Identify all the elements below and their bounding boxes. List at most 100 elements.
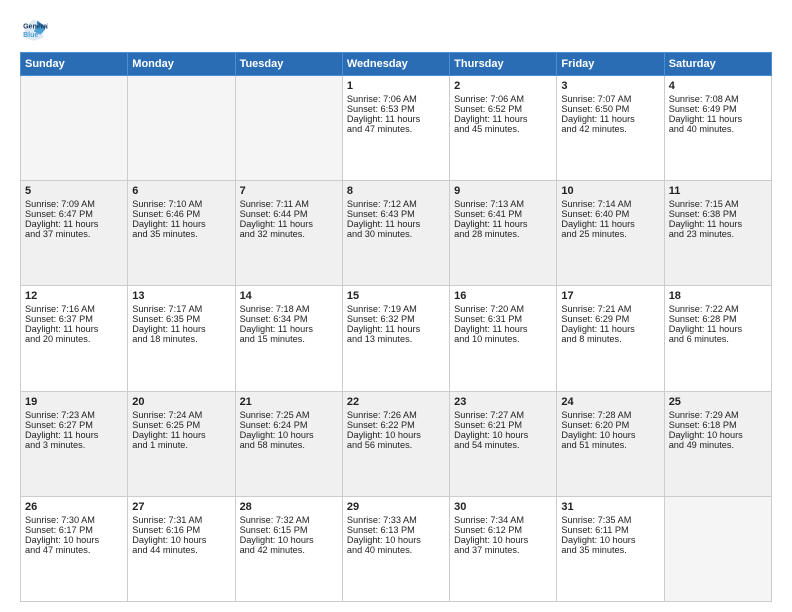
day-info: Sunset: 6:52 PM [454, 104, 552, 114]
day-info: Sunset: 6:27 PM [25, 420, 123, 430]
day-info: and 37 minutes. [454, 545, 552, 555]
day-info: Sunset: 6:43 PM [347, 209, 445, 219]
calendar-cell: 30Sunrise: 7:34 AMSunset: 6:12 PMDayligh… [450, 496, 557, 601]
day-info: Sunset: 6:32 PM [347, 314, 445, 324]
calendar-cell: 13Sunrise: 7:17 AMSunset: 6:35 PMDayligh… [128, 286, 235, 391]
day-info: and 42 minutes. [240, 545, 338, 555]
day-number: 12 [25, 290, 123, 302]
calendar-cell: 23Sunrise: 7:27 AMSunset: 6:21 PMDayligh… [450, 391, 557, 496]
day-info: and 58 minutes. [240, 440, 338, 450]
day-info: Sunrise: 7:26 AM [347, 410, 445, 420]
day-info: and 32 minutes. [240, 229, 338, 239]
day-info: and 56 minutes. [347, 440, 445, 450]
day-of-week-wednesday: Wednesday [342, 53, 449, 76]
day-info: and 8 minutes. [561, 334, 659, 344]
day-number: 10 [561, 185, 659, 197]
day-info: and 15 minutes. [240, 334, 338, 344]
day-number: 16 [454, 290, 552, 302]
day-info: Daylight: 11 hours [454, 114, 552, 124]
day-number: 29 [347, 501, 445, 513]
day-info: Sunrise: 7:29 AM [669, 410, 767, 420]
day-info: and 10 minutes. [454, 334, 552, 344]
day-number: 19 [25, 396, 123, 408]
day-info: Sunset: 6:31 PM [454, 314, 552, 324]
day-info: Daylight: 11 hours [561, 114, 659, 124]
day-info: Sunset: 6:41 PM [454, 209, 552, 219]
day-info: Sunrise: 7:31 AM [132, 515, 230, 525]
day-info: Daylight: 11 hours [240, 324, 338, 334]
day-number: 18 [669, 290, 767, 302]
day-number: 27 [132, 501, 230, 513]
calendar-cell: 24Sunrise: 7:28 AMSunset: 6:20 PMDayligh… [557, 391, 664, 496]
calendar-cell: 15Sunrise: 7:19 AMSunset: 6:32 PMDayligh… [342, 286, 449, 391]
day-info: Sunrise: 7:18 AM [240, 304, 338, 314]
day-info: Sunset: 6:37 PM [25, 314, 123, 324]
day-number: 17 [561, 290, 659, 302]
day-info: Daylight: 10 hours [561, 535, 659, 545]
calendar-cell: 22Sunrise: 7:26 AMSunset: 6:22 PMDayligh… [342, 391, 449, 496]
page: General Blue SundayMondayTuesdayWednesda… [0, 0, 792, 612]
day-info: Sunrise: 7:25 AM [240, 410, 338, 420]
calendar-week-2: 5Sunrise: 7:09 AMSunset: 6:47 PMDaylight… [21, 181, 772, 286]
day-info: Daylight: 11 hours [25, 219, 123, 229]
day-info: Daylight: 11 hours [132, 324, 230, 334]
calendar-cell: 4Sunrise: 7:08 AMSunset: 6:49 PMDaylight… [664, 76, 771, 181]
day-number: 21 [240, 396, 338, 408]
day-info: Daylight: 11 hours [25, 324, 123, 334]
day-info: Sunset: 6:18 PM [669, 420, 767, 430]
day-of-week-saturday: Saturday [664, 53, 771, 76]
day-info: Sunset: 6:13 PM [347, 525, 445, 535]
day-info: Sunset: 6:46 PM [132, 209, 230, 219]
calendar-week-5: 26Sunrise: 7:30 AMSunset: 6:17 PMDayligh… [21, 496, 772, 601]
day-info: Sunrise: 7:06 AM [454, 94, 552, 104]
day-info: Sunset: 6:12 PM [454, 525, 552, 535]
day-info: Daylight: 11 hours [669, 219, 767, 229]
day-info: Sunrise: 7:14 AM [561, 199, 659, 209]
day-info: and 40 minutes. [669, 124, 767, 134]
day-number: 22 [347, 396, 445, 408]
day-info: Sunset: 6:53 PM [347, 104, 445, 114]
day-of-week-friday: Friday [557, 53, 664, 76]
day-info: Sunset: 6:40 PM [561, 209, 659, 219]
day-info: and 3 minutes. [25, 440, 123, 450]
day-of-week-monday: Monday [128, 53, 235, 76]
day-number: 30 [454, 501, 552, 513]
day-info: Daylight: 10 hours [454, 430, 552, 440]
day-info: Daylight: 11 hours [132, 430, 230, 440]
calendar-cell: 28Sunrise: 7:32 AMSunset: 6:15 PMDayligh… [235, 496, 342, 601]
day-info: Sunrise: 7:19 AM [347, 304, 445, 314]
day-of-week-tuesday: Tuesday [235, 53, 342, 76]
day-info: Daylight: 11 hours [347, 324, 445, 334]
day-number: 9 [454, 185, 552, 197]
day-info: Sunrise: 7:16 AM [25, 304, 123, 314]
day-of-week-thursday: Thursday [450, 53, 557, 76]
day-info: Daylight: 10 hours [347, 535, 445, 545]
day-info: Sunrise: 7:35 AM [561, 515, 659, 525]
day-info: and 51 minutes. [561, 440, 659, 450]
day-info: Daylight: 11 hours [669, 324, 767, 334]
day-number: 31 [561, 501, 659, 513]
day-info: and 28 minutes. [454, 229, 552, 239]
day-info: Sunset: 6:20 PM [561, 420, 659, 430]
calendar-cell: 7Sunrise: 7:11 AMSunset: 6:44 PMDaylight… [235, 181, 342, 286]
day-info: Sunset: 6:47 PM [25, 209, 123, 219]
day-info: Sunrise: 7:20 AM [454, 304, 552, 314]
day-info: Sunset: 6:17 PM [25, 525, 123, 535]
day-number: 13 [132, 290, 230, 302]
calendar-cell: 2Sunrise: 7:06 AMSunset: 6:52 PMDaylight… [450, 76, 557, 181]
day-number: 1 [347, 80, 445, 92]
day-number: 3 [561, 80, 659, 92]
calendar-cell: 10Sunrise: 7:14 AMSunset: 6:40 PMDayligh… [557, 181, 664, 286]
header: General Blue [20, 16, 772, 44]
svg-text:General: General [23, 23, 48, 30]
day-info: Sunrise: 7:23 AM [25, 410, 123, 420]
calendar-cell: 25Sunrise: 7:29 AMSunset: 6:18 PMDayligh… [664, 391, 771, 496]
day-info: Sunset: 6:34 PM [240, 314, 338, 324]
calendar-cell: 21Sunrise: 7:25 AMSunset: 6:24 PMDayligh… [235, 391, 342, 496]
day-info: Sunset: 6:24 PM [240, 420, 338, 430]
calendar-cell: 31Sunrise: 7:35 AMSunset: 6:11 PMDayligh… [557, 496, 664, 601]
calendar-cell: 8Sunrise: 7:12 AMSunset: 6:43 PMDaylight… [342, 181, 449, 286]
calendar-cell: 6Sunrise: 7:10 AMSunset: 6:46 PMDaylight… [128, 181, 235, 286]
day-info: Sunrise: 7:32 AM [240, 515, 338, 525]
calendar-cell: 11Sunrise: 7:15 AMSunset: 6:38 PMDayligh… [664, 181, 771, 286]
